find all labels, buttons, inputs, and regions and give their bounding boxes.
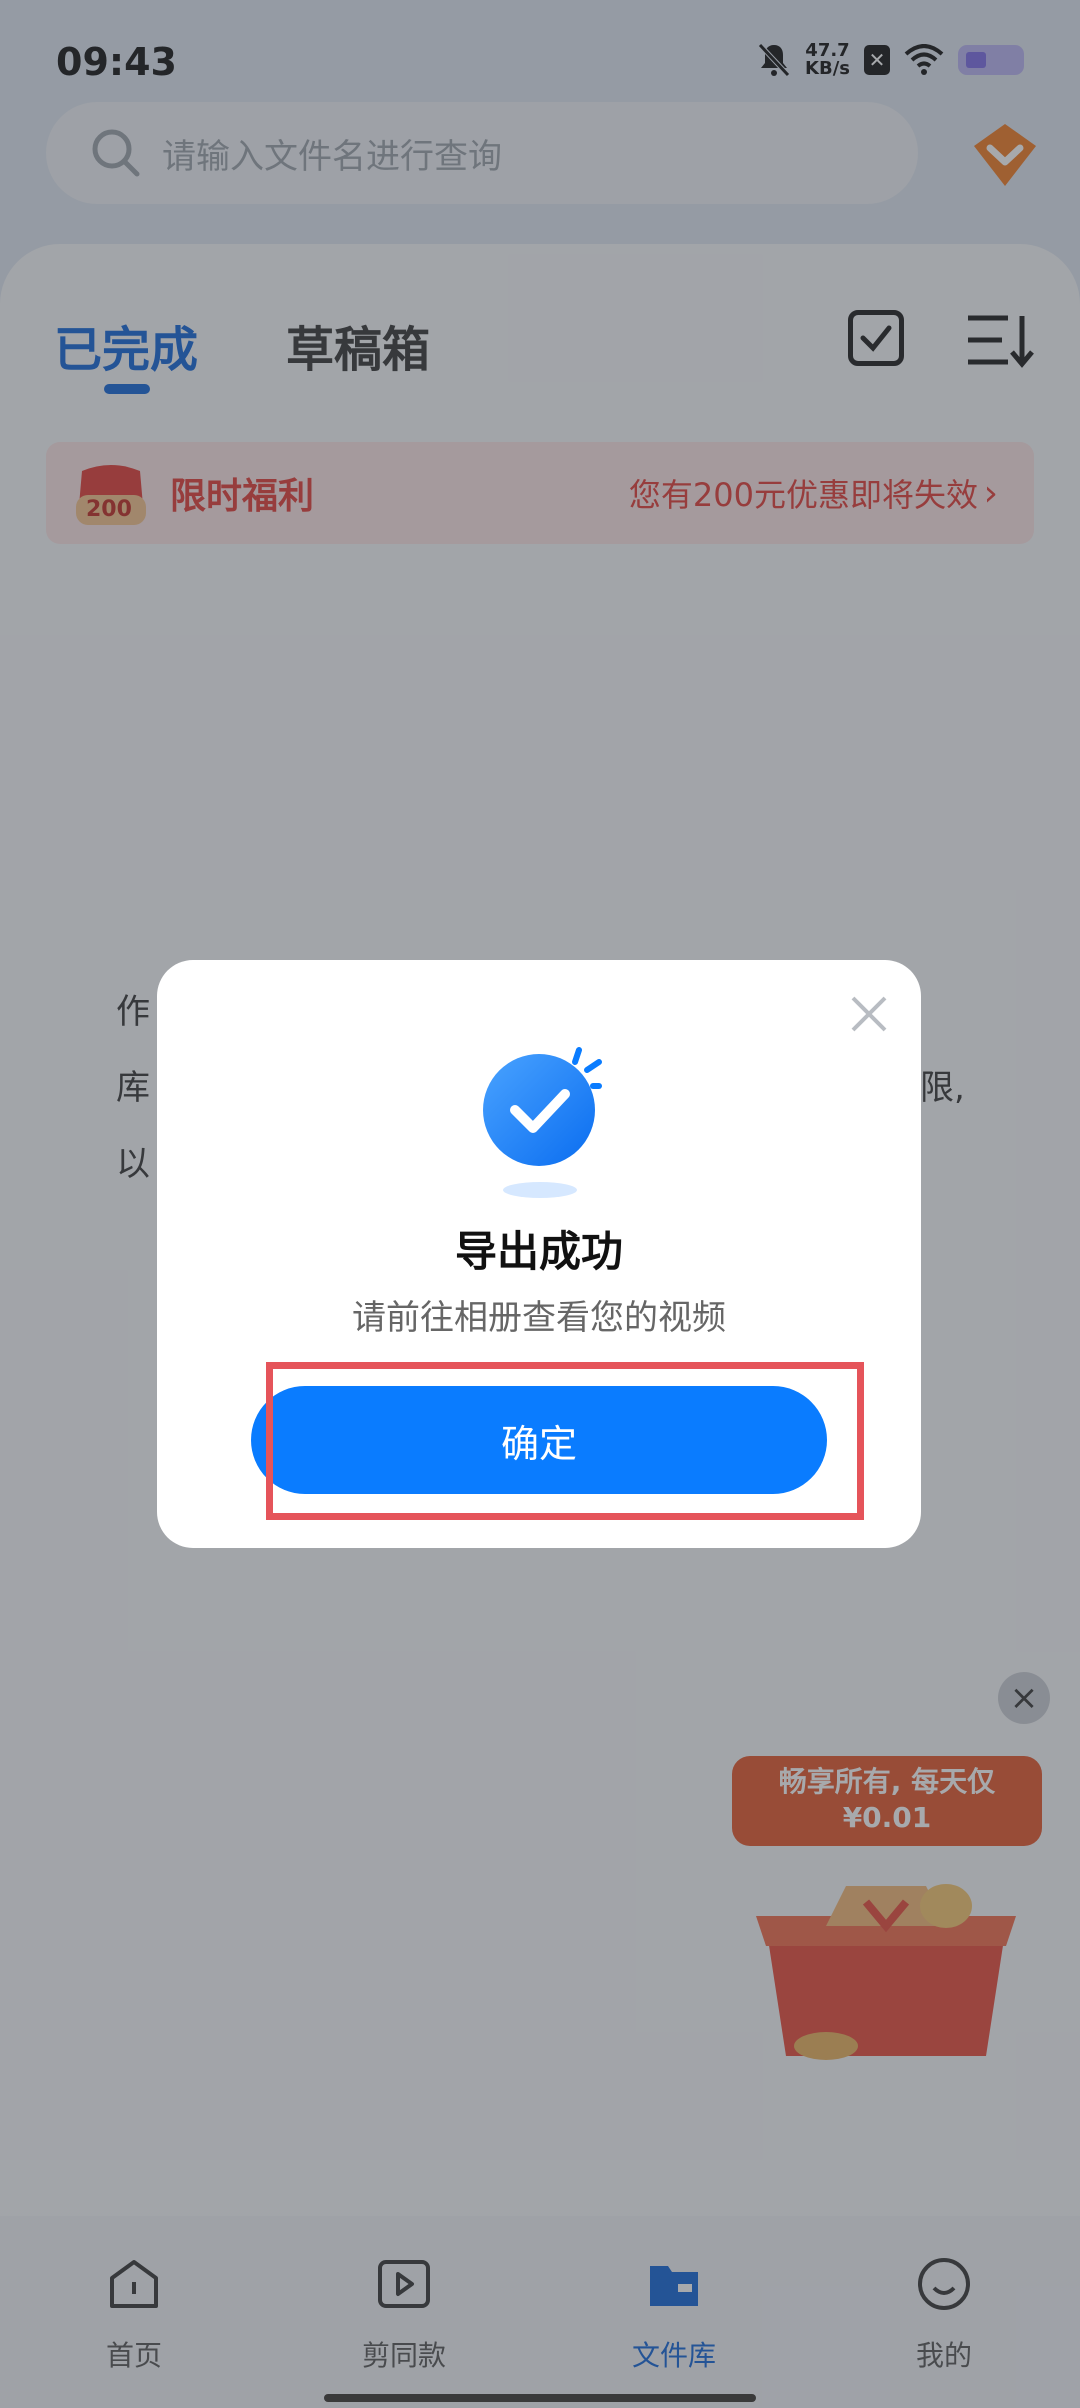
dialog-subtitle: 请前往相册查看您的视频 xyxy=(352,1298,726,1338)
check-shadow xyxy=(503,1182,577,1198)
home-indicator[interactable] xyxy=(324,2394,756,2402)
highlight-box xyxy=(266,1362,864,1520)
dialog-title: 导出成功 xyxy=(454,1227,623,1276)
close-icon[interactable] xyxy=(849,994,889,1034)
success-check-icon xyxy=(483,1047,602,1166)
